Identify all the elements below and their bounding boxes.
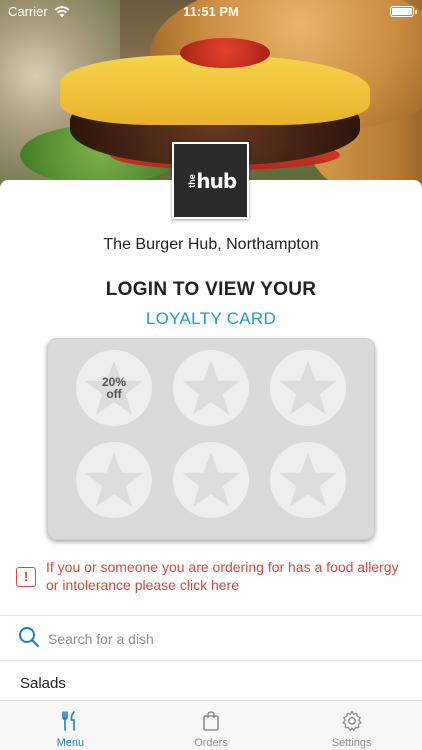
shopping-bag-icon — [203, 711, 219, 731]
tab-menu[interactable]: Menu — [0, 701, 141, 750]
clock: 11:51 PM — [183, 4, 239, 19]
venue-name: The Burger Hub, Northampton — [103, 236, 319, 253]
login-title[interactable]: LOGIN TO VIEW YOUR — [0, 279, 422, 301]
star-icon — [182, 360, 240, 415]
stamp-slot — [173, 350, 249, 426]
tab-orders[interactable]: Orders — [141, 701, 282, 750]
star-icon — [182, 452, 240, 507]
stamp-slot — [270, 350, 346, 426]
search-input[interactable] — [48, 631, 378, 647]
divider — [0, 615, 422, 616]
search-icon — [18, 626, 40, 653]
tab-settings[interactable]: Settings — [281, 701, 422, 750]
venue-logo: the hub — [172, 142, 249, 219]
stamp-slot — [76, 442, 152, 518]
star-icon — [279, 360, 337, 415]
stamp-slot — [270, 442, 346, 518]
loyalty-card: 20% off — [47, 338, 375, 540]
tab-label: Menu — [56, 737, 85, 749]
tab-label: Settings — [331, 737, 372, 749]
gear-icon — [342, 710, 362, 731]
fork-knife-icon — [62, 711, 76, 731]
stamp-slot: 20% off — [76, 350, 152, 426]
allergy-notice[interactable]: ! If you or someone you are ordering for… — [16, 558, 411, 594]
star-icon — [279, 452, 337, 507]
warning-icon: ! — [16, 567, 36, 587]
status-bar: Carrier 11:51 PM — [0, 0, 422, 24]
tab-bar: Menu Orders Settings — [0, 700, 422, 750]
loyalty-card-link[interactable]: LOYALTY CARD — [0, 309, 422, 329]
allergy-notice-text[interactable]: If you or someone you are ordering for h… — [46, 558, 411, 594]
tab-label: Orders — [194, 737, 228, 749]
logo-small-text: the — [186, 173, 197, 188]
menu-section-header[interactable]: Salads — [20, 675, 66, 692]
search-bar[interactable] — [18, 626, 408, 652]
battery-icon — [390, 6, 417, 17]
stamp-slot — [173, 442, 249, 518]
star-icon — [85, 452, 143, 507]
stamp-label-bottom: off — [106, 387, 122, 401]
divider — [0, 660, 422, 661]
logo-main-text: hub — [196, 168, 237, 193]
